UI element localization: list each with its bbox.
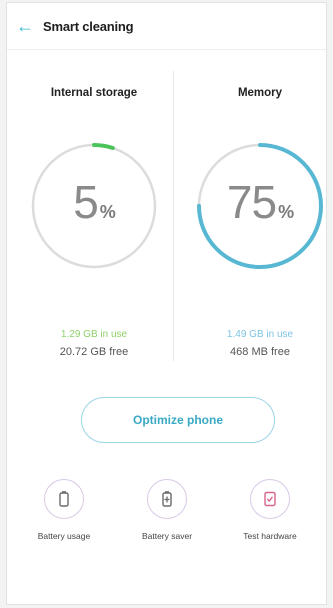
storage-percent-value: 5: [73, 176, 99, 228]
battery-saver-label: Battery saver: [141, 531, 193, 541]
memory-percent-sign: %: [278, 202, 294, 222]
test-hardware-icon: [250, 479, 290, 519]
test-hardware-button[interactable]: Test hardware: [225, 479, 315, 542]
back-arrow-icon[interactable]: ←: [7, 3, 43, 49]
column-divider: [173, 71, 174, 361]
battery-saver-button[interactable]: Battery saver: [122, 479, 212, 542]
test-hardware-label: Test hardware: [243, 531, 297, 541]
battery-usage-button[interactable]: Battery usage: [19, 479, 109, 542]
battery-icon: [44, 479, 84, 519]
memory-percent: 75%: [185, 175, 333, 229]
storage-percent: 5%: [19, 175, 169, 229]
storage-panel: Internal storage 5% 1.29 GB in use 20.72…: [19, 87, 169, 358]
storage-percent-sign: %: [99, 202, 116, 222]
storage-in-use: 1.29 GB in use: [60, 329, 128, 340]
memory-gauge: 75%: [185, 131, 333, 281]
optimize-phone-button[interactable]: Optimize phone: [81, 397, 275, 443]
memory-panel: Memory 75% 1.49 GB in use 468 MB free: [185, 87, 333, 358]
app-bar: ← Smart cleaning: [7, 3, 326, 50]
screen: ← Smart cleaning Internal storage 5% 1.2…: [6, 2, 327, 605]
storage-gauge: 5%: [19, 131, 169, 281]
storage-free: 20.72 GB free: [59, 346, 129, 358]
memory-free: 468 MB free: [230, 346, 290, 358]
memory-title: Memory: [237, 87, 283, 99]
page-title: Smart cleaning: [43, 18, 134, 34]
storage-title: Internal storage: [50, 87, 138, 99]
battery-usage-label: Battery usage: [37, 531, 91, 541]
battery-saver-icon: [147, 479, 187, 519]
memory-percent-value: 75: [226, 176, 277, 228]
memory-in-use: 1.49 GB in use: [226, 329, 294, 340]
